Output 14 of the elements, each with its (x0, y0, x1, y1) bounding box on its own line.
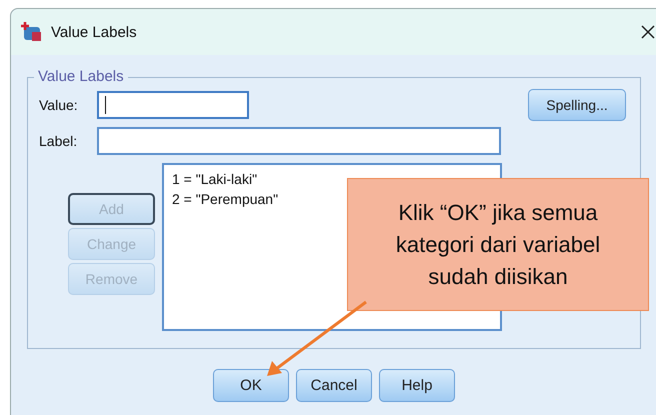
field-label: Label: (39, 133, 78, 149)
value-field[interactable] (97, 91, 249, 119)
dialog-button[interactable]: OK (213, 369, 289, 402)
dialog-button[interactable]: Cancel (296, 369, 372, 402)
spelling-button[interactable]: Spelling... (528, 89, 626, 121)
close-icon[interactable] (641, 25, 655, 39)
dialog-button[interactable]: Help (379, 369, 455, 402)
app-icon (21, 22, 43, 42)
callout-tooltip: Klik “OK” jika semua kategori dari variabel sudah diisikan (347, 178, 649, 311)
field-label: Value: (39, 97, 79, 113)
window-title: Value Labels (51, 24, 137, 40)
list-item[interactable]: 1 = "Laki-laki" (172, 169, 258, 189)
list-item[interactable]: 2 = "Perempuan" (172, 189, 278, 209)
label-field[interactable] (97, 127, 501, 155)
